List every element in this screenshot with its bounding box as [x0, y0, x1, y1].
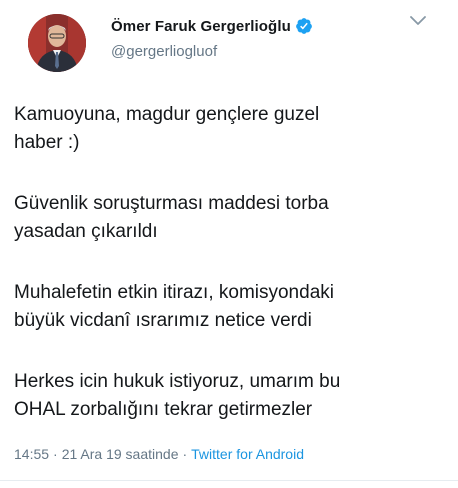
display-name-row: Ömer Faruk Gergerlioğlu — [111, 15, 313, 37]
chevron-down-icon — [410, 16, 426, 25]
tweet-line: OHAL zorbalığını tekrar getirmezler — [14, 399, 313, 420]
tweet-line: Kamuoyuna, magdur gençlere guzel — [14, 104, 320, 125]
meta-separator: · — [182, 446, 188, 462]
tweet-header: Ömer Faruk Gergerlioğlu @gergerliogluof — [14, 0, 444, 80]
avatar[interactable] — [28, 14, 86, 72]
divider — [0, 480, 458, 481]
tweet-text: Kamuoyuna, magdur gençlere guzel haber :… — [14, 101, 444, 424]
tweet-line: Güvenlik soruşturması maddesi torba — [14, 193, 329, 214]
tweet-meta: 14:55 · 21 Ara 19 saatinde · Twitter for And… — [14, 446, 304, 462]
tweet-line: Herkes icin hukuk istiyoruz, umarım bu — [14, 371, 341, 392]
tweet-source-link[interactable]: Twitter for Android — [191, 446, 304, 462]
tweet-paragraph: Muhalefetin etkin itirazı, komisyondaki … — [14, 279, 444, 335]
tweet-line: haber :) — [14, 132, 80, 153]
tweet-line: Muhalefetin etkin itirazı, komisyondaki — [14, 282, 334, 303]
meta-separator: · — [53, 446, 58, 462]
tweet-date[interactable]: 21 Ara 19 saatinde — [62, 446, 179, 462]
author-handle[interactable]: @gergerliogluof — [111, 43, 313, 60]
author-block: Ömer Faruk Gergerlioğlu @gergerliogluof — [111, 15, 313, 60]
tweet-card: Ömer Faruk Gergerlioğlu @gergerliogluof … — [0, 0, 458, 488]
tweet-paragraph: Herkes icin hukuk istiyoruz, umarım bu O… — [14, 368, 444, 424]
tweet-time[interactable]: 14:55 — [14, 446, 49, 462]
tweet-menu-button[interactable] — [410, 16, 426, 28]
tweet-line: yasadan çıkarıldı — [14, 221, 158, 242]
tweet-paragraph: Kamuoyuna, magdur gençlere guzel haber :… — [14, 101, 444, 157]
tweet-line: büyük vicdanî ısrarımız netice verdi — [14, 310, 312, 331]
tweet-paragraph: Güvenlik soruşturması maddesi torba yasa… — [14, 190, 444, 246]
author-display-name[interactable]: Ömer Faruk Gergerlioğlu — [111, 18, 291, 35]
verified-badge-icon — [295, 17, 313, 35]
